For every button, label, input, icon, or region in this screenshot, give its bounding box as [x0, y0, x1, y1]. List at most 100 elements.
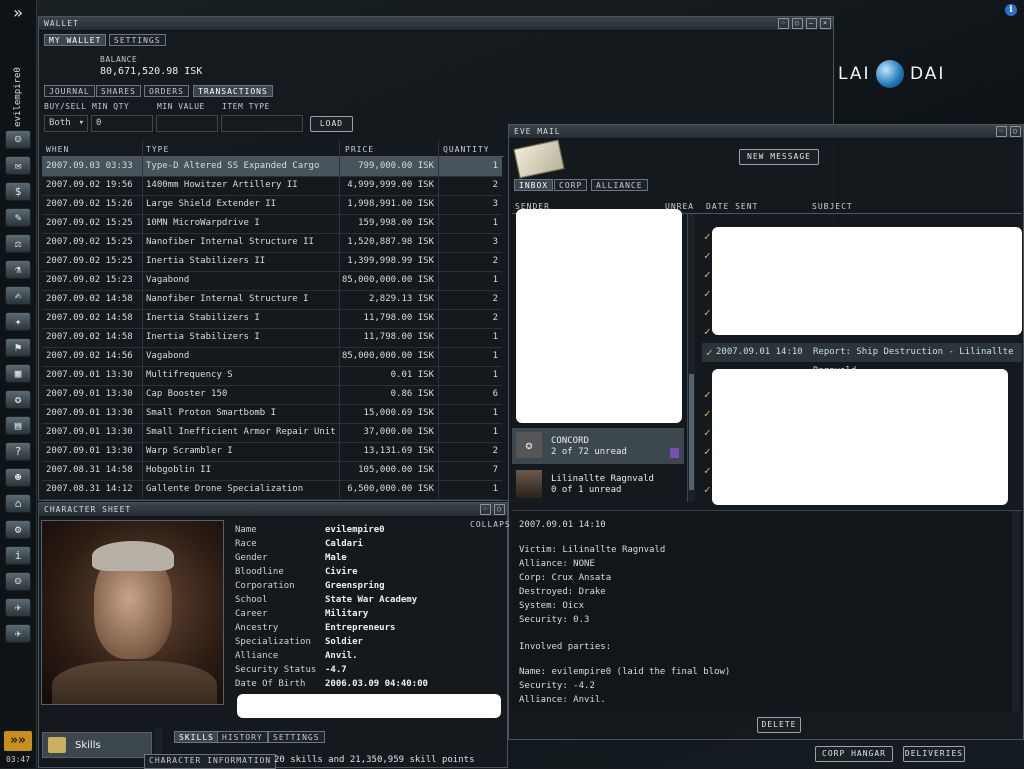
- evemail-titlebar[interactable]: EVE MAIL ⁘ ○: [509, 125, 1023, 139]
- col-price[interactable]: PRICE: [345, 144, 374, 155]
- table-row[interactable]: 2007.09.02 15:25 10MN MicroWarpdrive I 159…: [42, 214, 502, 234]
- table-row[interactable]: 2007.09.02 14:58 Inertia Stabilizers I 11,…: [42, 328, 502, 348]
- wallet-close-icon[interactable]: ×: [820, 18, 831, 29]
- tab-wallet-settings[interactable]: SETTINGS: [109, 34, 166, 46]
- mail-row-selected[interactable]: ✓ 2007.09.01 14:10 Report: Ship Destruct…: [702, 343, 1022, 376]
- charsheet-pin-icon[interactable]: ⁘: [480, 504, 491, 515]
- table-row[interactable]: 2007.09.01 13:30 Small Proton Smartbomb I…: [42, 404, 502, 424]
- subtab-journal[interactable]: JOURNAL: [44, 85, 95, 97]
- subtab-orders[interactable]: ORDERS: [144, 85, 189, 97]
- assets-icon[interactable]: ▦: [5, 364, 31, 383]
- wallet-icon[interactable]: $: [5, 182, 31, 201]
- delete-button[interactable]: DELETE: [757, 717, 801, 733]
- col-subject[interactable]: SUBJECT: [812, 201, 853, 212]
- sender-row-concord[interactable]: ✪ CONCORD 2 of 72 unread: [512, 428, 684, 464]
- market-icon[interactable]: ⚖: [5, 234, 31, 253]
- col-date-sent[interactable]: DATE SENT: [706, 201, 758, 212]
- col-quantity[interactable]: QUANTITY: [443, 144, 490, 155]
- wallet-titlebar[interactable]: WALLET ⁘ ○ – ×: [39, 17, 833, 31]
- table-row[interactable]: 2007.09.01 13:30 Cap Booster 150 0.86 ISK 6: [42, 385, 502, 405]
- evemail-pin-icon[interactable]: ⁘: [996, 126, 1007, 137]
- skills-nav-item[interactable]: Skills: [42, 732, 152, 758]
- col-when[interactable]: WHEN: [46, 144, 69, 155]
- deliveries-button[interactable]: DELIVERIES: [903, 746, 965, 762]
- calculator-icon[interactable]: ▤: [5, 416, 31, 435]
- subtab-transactions[interactable]: TRANSACTIONS: [193, 85, 273, 97]
- table-row[interactable]: 2007.08.31 14:12 Gallente Drone Specializ…: [42, 480, 502, 500]
- collapse-label[interactable]: COLLAPS: [470, 520, 511, 529]
- corp-hangar-button[interactable]: CORP HANGAR: [815, 746, 893, 762]
- table-row[interactable]: 2007.09.02 19:56 1400mm Howitzer Artiller…: [42, 176, 502, 196]
- evemail-settings-icon[interactable]: ○: [1010, 126, 1021, 137]
- table-row[interactable]: 2007.09.02 15:26 Large Shield Extender II…: [42, 195, 502, 215]
- sender-name: CONCORD: [551, 436, 589, 446]
- info-icon[interactable]: i: [1005, 4, 1017, 16]
- wallet-title: WALLET: [44, 19, 79, 28]
- wallet-minimize-icon[interactable]: –: [806, 18, 817, 29]
- tab-corp[interactable]: CORP: [554, 179, 588, 191]
- cell-price: 799,000.00 ISK: [358, 161, 434, 171]
- character-icon[interactable]: ☺: [5, 130, 31, 149]
- station-icon[interactable]: ⌂: [5, 494, 31, 513]
- drone-icon[interactable]: ✈: [5, 598, 31, 617]
- concord-logo-icon: ✪: [516, 432, 542, 458]
- science-icon[interactable]: ⚗: [5, 260, 31, 279]
- tab-my-wallet[interactable]: MY WALLET: [44, 34, 107, 46]
- tab-inbox[interactable]: INBOX: [514, 179, 554, 191]
- contracts-icon[interactable]: ✍: [5, 286, 31, 305]
- message-scrollbar[interactable]: [1012, 511, 1020, 711]
- corporation-icon[interactable]: ⚑: [5, 338, 31, 357]
- sender-scrollbar[interactable]: [687, 214, 695, 502]
- cell-price: 0.01 ISK: [390, 370, 434, 380]
- table-row[interactable]: 2007.09.02 15:25 Nanofiber Internal Struc…: [42, 233, 502, 253]
- new-message-button[interactable]: NEW MESSAGE: [739, 149, 819, 165]
- table-row[interactable]: 2007.09.02 14:58 Nanofiber Internal Struc…: [42, 290, 502, 310]
- table-row[interactable]: 2007.09.01 13:30 Warp Scrambler I 13,131.6…: [42, 442, 502, 462]
- min-qty-input[interactable]: 0: [91, 115, 153, 132]
- tab-alliance[interactable]: ALLIANCE: [591, 179, 648, 191]
- character-info-label[interactable]: CHARACTER INFORMATION: [144, 754, 277, 769]
- wallet-settings-icon[interactable]: ○: [792, 18, 803, 29]
- info-icon[interactable]: i: [5, 546, 31, 565]
- buysell-select[interactable]: Both ▾: [44, 115, 88, 132]
- charsheet-settings-icon[interactable]: ○: [494, 504, 505, 515]
- table-row[interactable]: 2007.09.02 15:23 Vagabond 85,000,000.00 IS…: [42, 271, 502, 291]
- tab-skills[interactable]: SKILLS: [174, 731, 219, 743]
- sender-row-lilinallte[interactable]: Lilinallte Ragnvald 0 of 1 unread: [512, 466, 684, 502]
- notepad-icon[interactable]: ✎: [5, 208, 31, 227]
- table-row[interactable]: 2007.08.31 14:58 Hobgoblin II 105,000.00 I…: [42, 461, 502, 481]
- expand-arrows-icon[interactable]: »»: [4, 731, 32, 751]
- cell-when: 2007.09.02 19:56: [46, 180, 133, 190]
- table-row[interactable]: 2007.09.01 13:30 Multifrequency S 0.01 ISK…: [42, 366, 502, 386]
- expand-neocom-button[interactable]: »: [8, 3, 28, 23]
- table-row[interactable]: 2007.09.02 15:25 Inertia Stabilizers II 1,…: [42, 252, 502, 272]
- people-icon[interactable]: ☻: [5, 468, 31, 487]
- table-row[interactable]: 2007.09.02 14:58 Inertia Stabilizers I 11,…: [42, 309, 502, 329]
- load-button[interactable]: LOAD: [310, 116, 353, 132]
- skills-icon[interactable]: ✪: [5, 390, 31, 409]
- subtab-shares[interactable]: SHARES: [96, 85, 141, 97]
- tab-charsheet-settings[interactable]: SETTINGS: [268, 731, 325, 743]
- fitting-icon[interactable]: ⚙: [5, 520, 31, 539]
- min-value-input[interactable]: [156, 115, 218, 132]
- table-row[interactable]: 2007.09.03 03:33 Type-D Altered SS Expand…: [42, 157, 502, 177]
- portrait-icon[interactable]: ☺: [5, 572, 31, 591]
- item-type-input[interactable]: [221, 115, 303, 132]
- help-icon[interactable]: ?: [5, 442, 31, 461]
- charsheet-titlebar[interactable]: CHARACTER SHEET ⁘ ○: [39, 503, 507, 517]
- cell-type: Type-D Altered SS Expanded Cargo: [146, 161, 320, 171]
- table-row[interactable]: 2007.09.02 14:56 Vagabond 85,000,000.00 IS…: [42, 347, 502, 367]
- ship-icon[interactable]: ✈: [5, 624, 31, 643]
- cell-qty: 7: [492, 465, 498, 475]
- wallet-pin-icon[interactable]: ⁘: [778, 18, 789, 29]
- map-icon[interactable]: ✦: [5, 312, 31, 331]
- scroll-thumb[interactable]: [689, 374, 694, 490]
- cell-qty: 1: [492, 427, 498, 437]
- cell-type: Inertia Stabilizers II: [146, 256, 266, 266]
- cell-qty: 2: [492, 256, 498, 266]
- col-type[interactable]: TYPE: [146, 144, 169, 155]
- mail-icon[interactable]: ✉: [5, 156, 31, 175]
- tab-history[interactable]: HISTORY: [217, 731, 268, 743]
- table-row[interactable]: 2007.09.01 13:30 Small Inefficient Armor …: [42, 423, 502, 443]
- cell-qty: 1: [492, 332, 498, 342]
